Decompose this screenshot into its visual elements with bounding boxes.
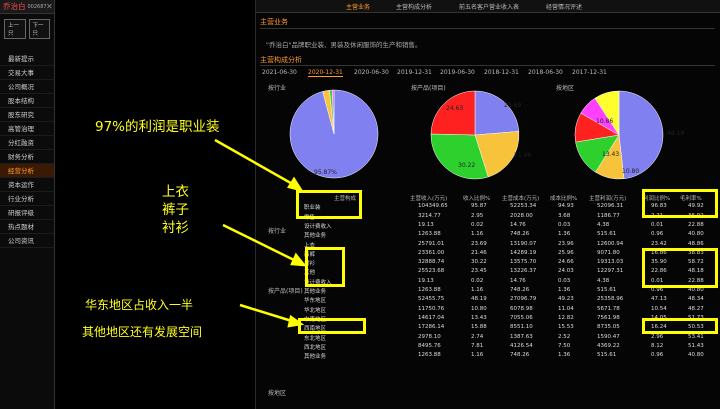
highlight-product-margin — [642, 248, 718, 288]
annotation-trousers: 裤子 — [162, 202, 189, 218]
annotation-tops: 上衣 — [162, 184, 189, 200]
highlight-uniform — [296, 190, 362, 219]
highlight-uniform-margin — [642, 189, 718, 218]
highlight-east-china — [298, 318, 366, 334]
annotation-shirts: 衬衫 — [162, 220, 189, 236]
highlight-products — [305, 247, 345, 287]
highlight-east-margin — [642, 318, 718, 334]
annotation-other-regions: 其他地区还有发展空间 — [82, 325, 203, 339]
annotation-uniform-profit: 97%的利润是职业装 — [95, 119, 220, 135]
annotation-east-china: 华东地区占收入一半 — [85, 298, 194, 312]
